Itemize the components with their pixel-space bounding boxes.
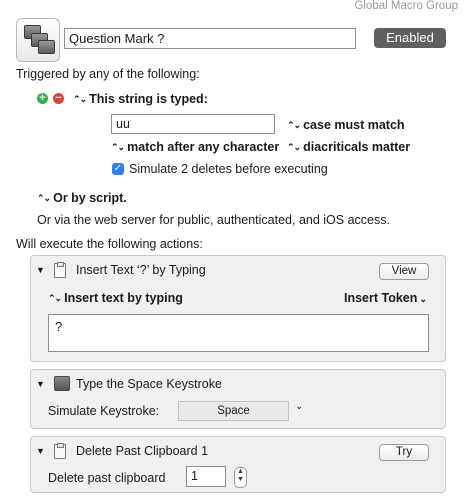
simulate-deletes-label: Simulate 2 deletes before executing: [129, 162, 328, 176]
trigger-type-popup[interactable]: ⌃⌄ This string is typed:: [73, 92, 208, 106]
action-title: Delete Past Clipboard 1: [76, 444, 209, 458]
insert-text-area[interactable]: ?: [48, 314, 429, 352]
match-option-popup[interactable]: ⌃⌄ match after any character: [111, 140, 279, 154]
updown-icon: ⌃⌄: [287, 120, 301, 130]
action-delete-clipboard: ▼ Delete Past Clipboard 1 Try Delete pas…: [30, 436, 446, 493]
chevron-down-icon: ⌄: [419, 294, 427, 304]
updown-icon: ⌃⌄: [48, 293, 62, 303]
clipboard-icon: [54, 262, 66, 278]
updown-icon: ⌃⌄: [287, 142, 301, 152]
clipboard-icon: [54, 443, 66, 459]
actions-heading: Will execute the following actions:: [16, 237, 203, 251]
enabled-button[interactable]: Enabled: [374, 28, 446, 48]
or-by-script-label: Or by script.: [53, 191, 127, 205]
macro-group-name: Global Macro Group: [354, 0, 458, 12]
match-option-label: match after any character: [127, 140, 280, 154]
trigger-string-field[interactable]: uu: [111, 114, 275, 134]
insert-mode-popup[interactable]: ⌃⌄ Insert text by typing: [48, 291, 183, 305]
stepper-icon[interactable]: ▲ ▼: [234, 467, 247, 488]
action-insert-text: ▼ Insert Text ‘?’ by Typing View ⌃⌄ Inser…: [30, 255, 446, 362]
keyboard-icon: [54, 376, 70, 391]
or-by-script-popup[interactable]: ⌃⌄ Or by script.: [37, 191, 127, 205]
keystroke-field[interactable]: Space: [178, 401, 289, 421]
web-server-note: Or via the web server for public, authen…: [37, 213, 390, 227]
updown-icon: ⌃⌄: [37, 193, 51, 203]
triggers-heading: Triggered by any of the following:: [16, 67, 200, 81]
case-option-label: case must match: [303, 118, 405, 132]
disclosure-triangle-icon[interactable]: ▼: [36, 446, 45, 456]
try-button[interactable]: Try: [379, 444, 429, 461]
action-title: Type the Space Keystroke: [76, 377, 222, 391]
insert-token-label: Insert Token: [344, 291, 418, 305]
simulate-keystroke-label: Simulate Keystroke:: [48, 404, 160, 418]
action-title: Insert Text ‘?’ by Typing: [76, 263, 206, 277]
case-option-popup[interactable]: ⌃⌄ case must match: [287, 118, 405, 132]
insert-token-menu[interactable]: Insert Token ⌄: [344, 291, 427, 305]
action-type-keystroke: ▼ Type the Space Keystroke Simulate Keys…: [30, 369, 446, 429]
remove-trigger-icon[interactable]: −: [53, 93, 64, 104]
insert-mode-label: Insert text by typing: [64, 291, 183, 305]
clipboard-number-field[interactable]: 1: [186, 466, 226, 487]
simulate-deletes-checkbox[interactable]: ✓: [112, 163, 124, 175]
updown-icon: ⌃⌄: [111, 142, 125, 152]
macro-name-field[interactable]: Question Mark ?: [64, 28, 356, 49]
add-trigger-icon[interactable]: +: [37, 93, 48, 104]
macro-icon[interactable]: [16, 18, 60, 62]
view-button[interactable]: View: [379, 263, 429, 280]
delete-clipboard-label: Delete past clipboard: [48, 471, 166, 485]
chevron-down-icon[interactable]: ⌄: [295, 401, 303, 412]
trigger-type-label: This string is typed:: [89, 92, 208, 106]
disclosure-triangle-icon[interactable]: ▼: [36, 379, 45, 389]
disclosure-triangle-icon[interactable]: ▼: [36, 265, 45, 275]
diacritics-option-label: diacriticals matter: [303, 140, 411, 154]
updown-icon: ⌃⌄: [73, 94, 87, 104]
diacritics-option-popup[interactable]: ⌃⌄ diacriticals matter: [287, 140, 410, 154]
